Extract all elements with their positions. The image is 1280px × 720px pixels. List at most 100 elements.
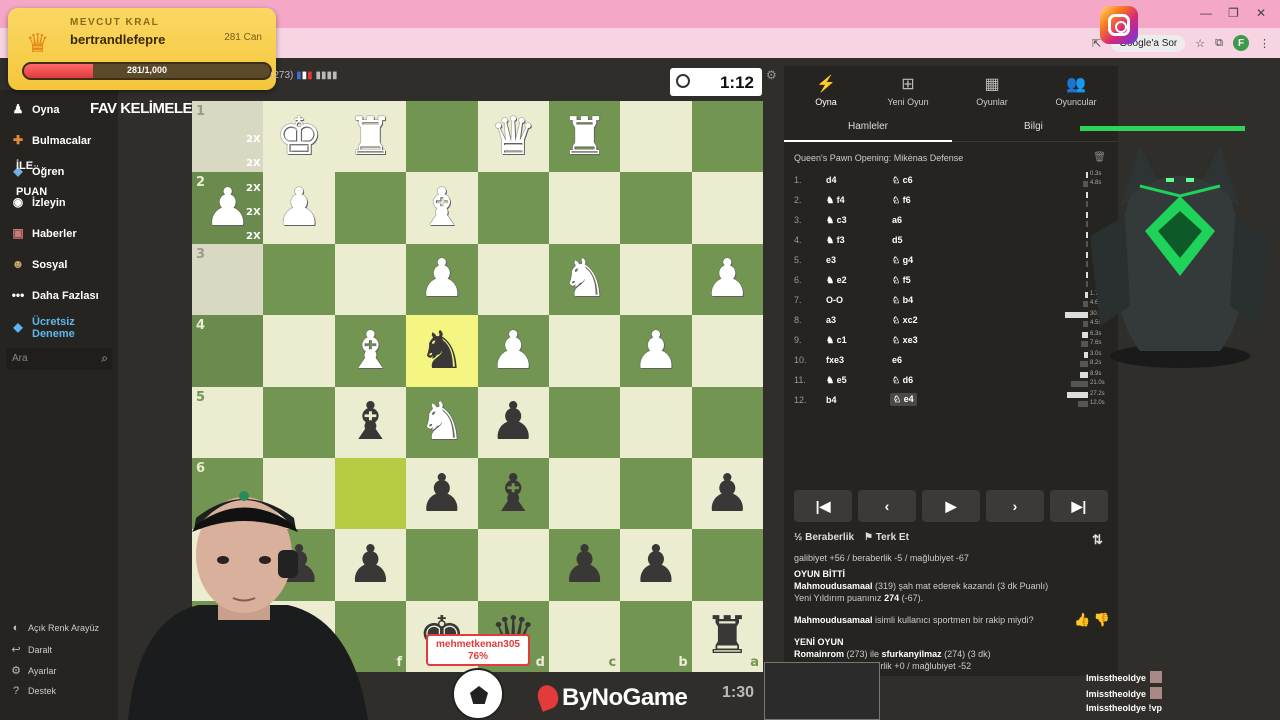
- draw-button[interactable]: ½ Beraberlik: [794, 532, 854, 543]
- black-move[interactable]: ♘ g4: [892, 255, 913, 266]
- sidebar-item-trial[interactable]: ◆ Ücretsiz Deneme: [10, 316, 110, 340]
- board-square[interactable]: [406, 101, 478, 173]
- black-bishop[interactable]: ♝: [490, 468, 537, 520]
- sidebar-item-collapse[interactable]: ↩ Daralt: [10, 643, 52, 656]
- username[interactable]: Mahmoudusamaal: [794, 615, 873, 625]
- tab-play[interactable]: ⚡ Oyna: [784, 74, 868, 107]
- tab-games[interactable]: ▦ Oyunlar: [950, 74, 1034, 107]
- black-move[interactable]: ♘ f6: [892, 195, 911, 206]
- white-rook[interactable]: ♜: [561, 111, 608, 163]
- move-row[interactable]: 11. ♞ e5 ♘ d6 8.9s 21.0s: [784, 370, 1118, 390]
- board-square[interactable]: [477, 172, 549, 244]
- black-move[interactable]: ♘ f5: [892, 275, 911, 286]
- board-square[interactable]: ♝: [406, 172, 478, 244]
- board-square[interactable]: [406, 529, 478, 601]
- black-bishop[interactable]: ♝: [347, 396, 394, 448]
- black-move[interactable]: ♘ e4: [890, 393, 917, 406]
- first-move-button[interactable]: |◀: [794, 490, 852, 522]
- white-pawn[interactable]: ♟: [704, 253, 751, 305]
- minimize-icon[interactable]: —: [1200, 6, 1212, 20]
- white-bishop[interactable]: ♝: [347, 325, 394, 377]
- board-square[interactable]: [620, 243, 692, 316]
- board-settings-icon[interactable]: ⚙: [766, 68, 777, 82]
- board-square[interactable]: [334, 172, 407, 244]
- move-row[interactable]: 2. ♞ f4 ♘ f6: [784, 190, 1118, 210]
- tab-moves[interactable]: Hamleler: [848, 121, 888, 132]
- board-square[interactable]: ♟: [477, 315, 549, 387]
- move-row[interactable]: 9. ♞ c1 ♘ xe3 6.3s 7.6s: [784, 330, 1118, 350]
- board-square[interactable]: [548, 386, 621, 458]
- board-square[interactable]: [263, 386, 335, 458]
- board-square[interactable]: 5: [192, 386, 264, 458]
- board-square[interactable]: ♟: [406, 243, 478, 316]
- white-move[interactable]: a3: [826, 315, 836, 325]
- board-square[interactable]: ♝: [477, 457, 549, 530]
- tab-new-game[interactable]: ⊞ Yeni Oyun: [866, 74, 950, 107]
- board-square[interactable]: [263, 315, 335, 387]
- board-square[interactable]: ♟: [691, 457, 763, 530]
- next-move-button[interactable]: ›: [986, 490, 1044, 522]
- board-square[interactable]: [548, 315, 621, 387]
- board-square[interactable]: ♟: [691, 243, 763, 316]
- white-move[interactable]: ♞ c3: [826, 215, 847, 226]
- sidebar-item-social[interactable]: ☻ Sosyal: [10, 257, 68, 273]
- board-square[interactable]: ♝: [334, 315, 407, 387]
- board-square[interactable]: ♝: [334, 386, 407, 458]
- black-knight[interactable]: ♞: [419, 325, 466, 377]
- board-square[interactable]: [334, 243, 407, 316]
- search-input[interactable]: Ara ⌕: [6, 348, 112, 370]
- board-square[interactable]: [477, 243, 549, 316]
- white-knight[interactable]: ♞: [561, 253, 608, 305]
- sidebar-item-help[interactable]: ? Destek: [10, 685, 56, 697]
- move-row[interactable]: 6. ♞ e2 ♘ f5: [784, 270, 1118, 290]
- white-queen[interactable]: ♛: [490, 111, 537, 163]
- black-pawn[interactable]: ♟: [419, 468, 466, 520]
- white-king[interactable]: ♚: [276, 111, 323, 163]
- thumbs-up-icon[interactable]: 👍: [1074, 612, 1090, 627]
- white-move[interactable]: d4: [826, 175, 837, 185]
- white-move[interactable]: fxe3: [826, 355, 844, 365]
- white-move[interactable]: b4: [826, 395, 837, 405]
- board-square[interactable]: [691, 172, 763, 244]
- move-row[interactable]: 7. O-O ♘ b4 1.7s 4.6s: [784, 290, 1118, 310]
- tab-players[interactable]: 👥 Oyuncular: [1034, 74, 1118, 107]
- board-square[interactable]: ♚: [263, 101, 335, 173]
- black-move[interactable]: ♘ b4: [892, 295, 913, 306]
- flip-board-icon[interactable]: ⇅: [1092, 532, 1103, 548]
- board-square[interactable]: ♟: [620, 315, 692, 387]
- board-square[interactable]: 1 2X 2X: [192, 101, 264, 173]
- username[interactable]: Romainrom: [794, 649, 844, 659]
- black-move[interactable]: ♘ xc2: [892, 315, 918, 326]
- white-pawn[interactable]: ♟: [633, 325, 680, 377]
- username[interactable]: Mahmoudusamaal: [794, 581, 873, 591]
- white-move[interactable]: O-O: [826, 295, 843, 305]
- move-row[interactable]: 4. ♞ f3 d5: [784, 230, 1118, 250]
- move-row[interactable]: 3. ♞ c3 a6: [784, 210, 1118, 230]
- black-move[interactable]: e6: [892, 355, 902, 365]
- board-square[interactable]: 4: [192, 315, 264, 387]
- board-square[interactable]: ♟: [620, 529, 692, 601]
- play-button[interactable]: ▶: [922, 490, 980, 522]
- black-move[interactable]: d5: [892, 235, 903, 245]
- board-square[interactable]: [691, 529, 763, 601]
- maximize-icon[interactable]: ❐: [1228, 6, 1239, 20]
- board-square[interactable]: [263, 243, 335, 316]
- sidebar-item-more[interactable]: ••• Daha Fazlası: [10, 288, 99, 304]
- board-square[interactable]: c: [548, 600, 621, 672]
- white-move[interactable]: ♞ e2: [826, 275, 847, 286]
- board-square[interactable]: ♜: [334, 101, 407, 173]
- move-row[interactable]: 10. fxe3 e6 3.0s 8.2s: [784, 350, 1118, 370]
- board-square[interactable]: [691, 386, 763, 458]
- sidebar-item-play[interactable]: ♟ Oyna: [10, 102, 60, 118]
- black-pawn[interactable]: ♟: [633, 539, 680, 591]
- board-square[interactable]: 2 2X 2X 2X ♟: [192, 172, 264, 244]
- black-rook[interactable]: ♜: [704, 610, 751, 662]
- extensions-icon[interactable]: ⧉: [1215, 37, 1223, 50]
- board-square[interactable]: ♞: [548, 243, 621, 316]
- move-row[interactable]: 8. a3 ♘ xc2 30.5s 4.5s: [784, 310, 1118, 330]
- menu-icon[interactable]: ⋮: [1259, 37, 1270, 50]
- board-square[interactable]: [691, 101, 763, 173]
- board-square[interactable]: 3: [192, 243, 264, 316]
- white-move[interactable]: ♞ f4: [826, 195, 845, 206]
- black-pawn[interactable]: ♟: [704, 468, 751, 520]
